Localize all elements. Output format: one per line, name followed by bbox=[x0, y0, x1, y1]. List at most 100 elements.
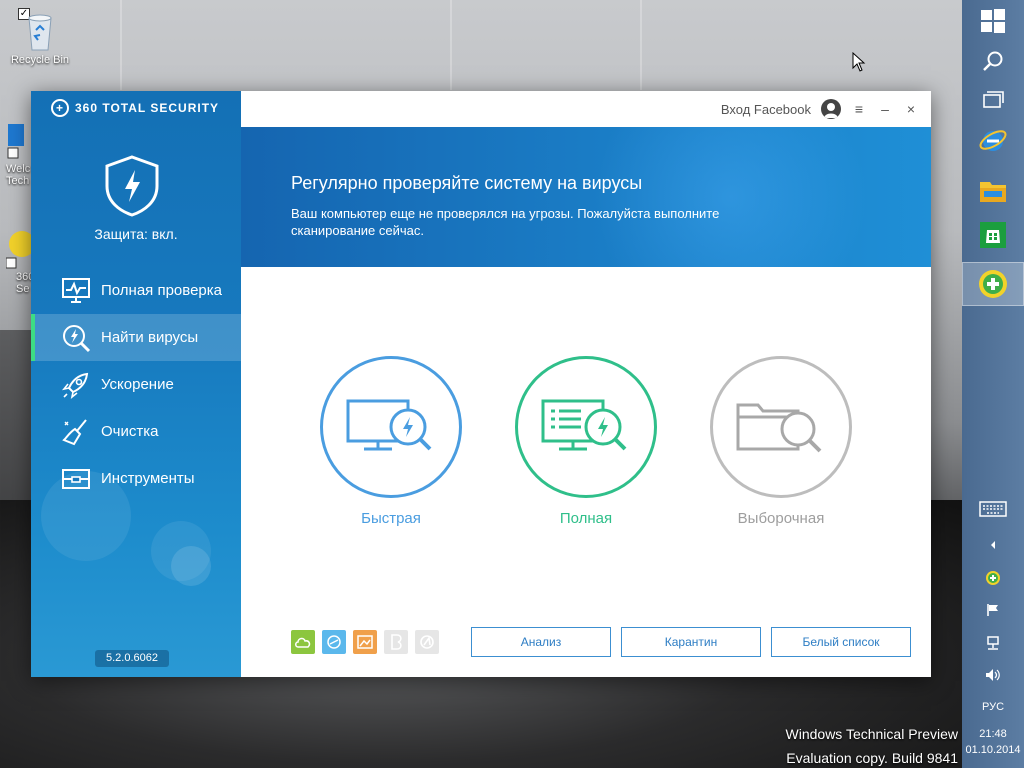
sidebar-item-label: Инструменты bbox=[101, 470, 195, 487]
sidebar-item-full-check[interactable]: Полная проверка bbox=[31, 267, 241, 314]
sidebar: + 360 TOTAL SECURITY Защита: вкл. Полная… bbox=[31, 91, 241, 677]
taskbar: РУС 21:48 01.10.2014 bbox=[962, 0, 1024, 768]
shield-icon[interactable] bbox=[104, 154, 160, 218]
custom-scan-button[interactable]: Выборочная bbox=[710, 356, 852, 527]
list-scan-icon bbox=[541, 399, 627, 451]
analysis-button[interactable]: Анализ bbox=[471, 627, 611, 657]
bokeh-decoration bbox=[171, 546, 211, 586]
broom-icon bbox=[61, 417, 91, 447]
engine-icons bbox=[291, 630, 439, 654]
magnifier-bolt-icon bbox=[61, 323, 91, 353]
language-indicator[interactable]: РУС bbox=[962, 698, 1024, 716]
sidebar-nav: Полная проверка Найти вирусы Ускорение О… bbox=[31, 267, 241, 502]
action-center-button[interactable] bbox=[962, 600, 1024, 620]
mouse-cursor-icon bbox=[852, 52, 866, 72]
chevron-left-icon bbox=[991, 541, 995, 549]
360-tray-icon bbox=[986, 571, 1000, 585]
sidebar-item-tools[interactable]: Инструменты bbox=[31, 455, 241, 502]
network-icon bbox=[987, 636, 999, 650]
search-button[interactable] bbox=[962, 40, 1024, 82]
360-total-security-icon bbox=[979, 270, 1007, 298]
store-icon bbox=[980, 222, 1006, 248]
system-repair-engine-icon[interactable] bbox=[353, 630, 377, 654]
recycle-bin-label: Recycle Bin bbox=[10, 54, 70, 66]
360-shortcut-icon bbox=[5, 231, 35, 269]
rocket-icon bbox=[61, 370, 91, 400]
store-button[interactable] bbox=[962, 214, 1024, 256]
title-bar: Вход Facebook ≡ – × bbox=[241, 91, 931, 127]
full-scan-ring bbox=[515, 356, 657, 498]
flag-icon bbox=[987, 604, 998, 616]
show-hidden-icons-button[interactable] bbox=[962, 536, 1024, 554]
bitdefender-engine-icon[interactable] bbox=[384, 630, 408, 654]
recycle-bin[interactable]: ✓ Recycle Bin bbox=[4, 4, 76, 66]
banner: Регулярно проверяйте систему на вирусы В… bbox=[241, 127, 931, 267]
custom-scan-ring bbox=[710, 356, 852, 498]
folder-scan-icon bbox=[736, 403, 822, 453]
protection-status: Защита: вкл. bbox=[94, 226, 178, 242]
folder-icon bbox=[980, 182, 1006, 202]
sidebar-item-label: Ускорение bbox=[101, 376, 174, 393]
file-explorer-button[interactable] bbox=[962, 170, 1024, 212]
avatar-icon[interactable] bbox=[821, 99, 841, 119]
keyboard-tray[interactable] bbox=[962, 498, 1024, 520]
task-view-button[interactable] bbox=[962, 78, 1024, 120]
menu-button[interactable]: ≡ bbox=[851, 101, 867, 117]
banner-text: Ваш компьютер еще не проверялся на угроз… bbox=[291, 206, 720, 238]
main-panel: Вход Facebook ≡ – × Регулярно проверяйте… bbox=[241, 91, 931, 677]
custom-scan-label: Выборочная bbox=[737, 510, 825, 527]
windows-watermark-line2: Evaluation copy. Build 9841 bbox=[786, 750, 958, 766]
minimize-button[interactable]: – bbox=[877, 101, 893, 117]
close-button[interactable]: × bbox=[903, 101, 919, 117]
quarantine-button[interactable]: Карантин bbox=[621, 627, 761, 657]
total-security-window: + 360 TOTAL SECURITY Защита: вкл. Полная… bbox=[31, 91, 931, 677]
task-view-icon bbox=[983, 91, 1004, 108]
clock-date[interactable]: 01.10.2014 bbox=[962, 743, 1024, 758]
monitor-scan-icon bbox=[346, 399, 432, 451]
sidebar-item-label: Очистка bbox=[101, 423, 159, 440]
whitelist-button[interactable]: Белый список bbox=[771, 627, 911, 657]
sidebar-item-find-viruses[interactable]: Найти вирусы bbox=[31, 314, 241, 361]
quick-scan-ring bbox=[320, 356, 462, 498]
clock-time[interactable]: 21:48 bbox=[962, 727, 1024, 742]
desktop-background-line bbox=[120, 0, 122, 90]
network-button[interactable] bbox=[962, 632, 1024, 654]
internet-explorer-icon bbox=[979, 130, 1007, 151]
360-logo-icon: + bbox=[51, 99, 69, 117]
start-button[interactable] bbox=[962, 0, 1024, 42]
shortcut-label: Tech bbox=[6, 175, 30, 187]
version-badge: 5.2.0.6062 bbox=[95, 650, 169, 667]
full-scan-button[interactable]: Полная bbox=[515, 356, 657, 527]
search-icon bbox=[983, 51, 1003, 71]
sidebar-item-speedup[interactable]: Ускорение bbox=[31, 361, 241, 408]
facebook-login-link[interactable]: Вход Facebook bbox=[721, 102, 811, 117]
360-total-security-taskbar-button[interactable] bbox=[962, 262, 1024, 306]
windows-logo-icon bbox=[981, 9, 1005, 33]
speaker-icon bbox=[986, 669, 1000, 681]
desktop-background-line bbox=[450, 0, 452, 90]
sidebar-item-cleanup[interactable]: Очистка bbox=[31, 408, 241, 455]
sidebar-item-label: Полная проверка bbox=[101, 282, 222, 299]
shortcut-label: Welc bbox=[6, 163, 31, 175]
banner-glow bbox=[571, 127, 891, 267]
avira-engine-icon[interactable] bbox=[415, 630, 439, 654]
internet-explorer-button[interactable] bbox=[962, 119, 1024, 161]
quick-scan-label: Быстрая bbox=[361, 510, 421, 527]
cloud-engine-icon[interactable] bbox=[291, 630, 315, 654]
toolbox-icon bbox=[61, 464, 91, 494]
full-scan-label: Полная bbox=[559, 510, 613, 527]
brand: + 360 TOTAL SECURITY bbox=[51, 99, 219, 117]
welcome-shortcut[interactable]: Welc Tech bbox=[6, 118, 30, 187]
brand-title: 360 TOTAL SECURITY bbox=[75, 101, 220, 115]
volume-button[interactable] bbox=[962, 664, 1024, 686]
sidebar-item-label: Найти вирусы bbox=[101, 329, 199, 346]
windows-watermark-line1: Windows Technical Preview bbox=[785, 726, 958, 742]
360-tray-button[interactable] bbox=[962, 568, 1024, 588]
qvm-engine-icon[interactable] bbox=[322, 630, 346, 654]
keyboard-icon bbox=[979, 501, 1007, 517]
banner-title: Регулярно проверяйте систему на вирусы bbox=[291, 173, 643, 193]
windows-shortcut-icon bbox=[7, 124, 24, 159]
quick-scan-button[interactable]: Быстрая bbox=[320, 356, 462, 527]
recycle-bin-icon bbox=[24, 8, 56, 52]
monitor-pulse-icon bbox=[61, 276, 91, 306]
